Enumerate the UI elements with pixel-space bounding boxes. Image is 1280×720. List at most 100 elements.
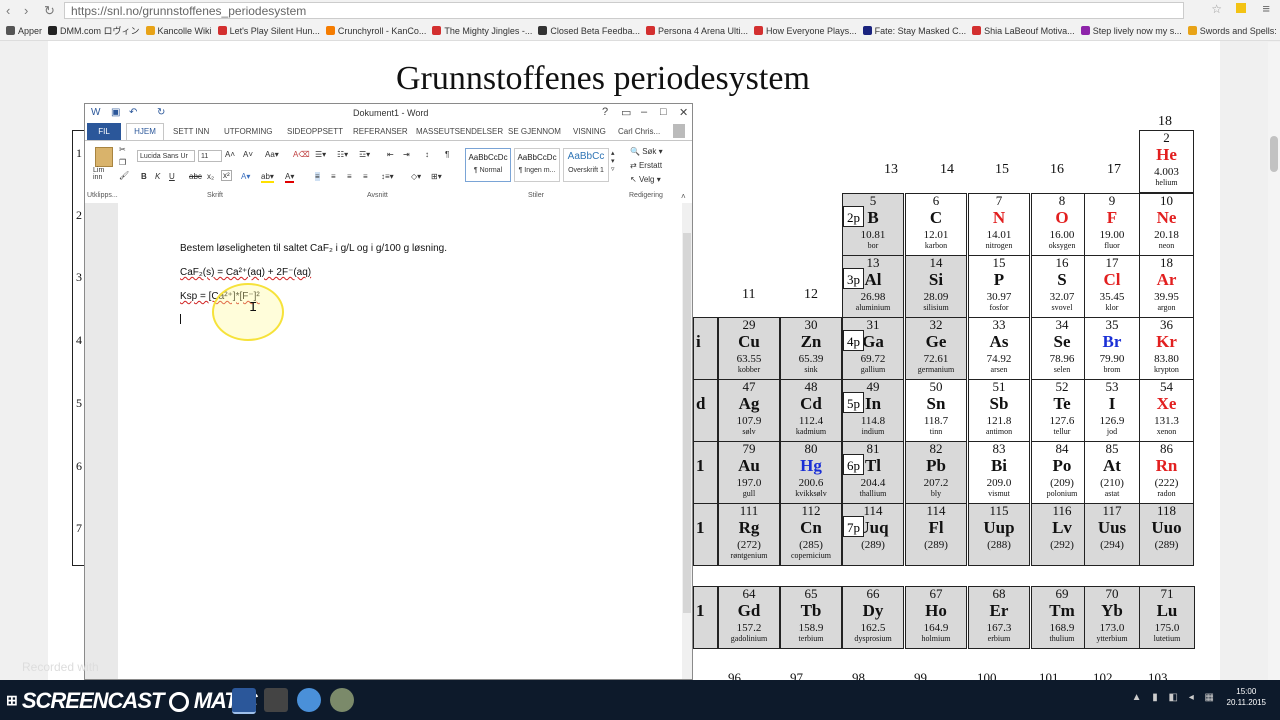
tab-view[interactable]: VISNING xyxy=(573,127,606,136)
bookmark-item[interactable]: Persona 4 Arena Ulti... xyxy=(645,22,748,40)
browser-nav-buttons[interactable]: ‹ › ↻ xyxy=(6,3,55,19)
replace-button[interactable]: ⇄ Erstatt xyxy=(630,161,662,170)
cut-icon[interactable]: ✂ xyxy=(119,145,126,154)
bookmark-item[interactable]: Shia LaBeouf Motiva... xyxy=(972,22,1075,40)
justify-icon[interactable]: ≡ xyxy=(363,172,368,181)
font-size-select[interactable]: 11 xyxy=(198,150,222,162)
document-scroll-thumb[interactable] xyxy=(683,233,691,613)
paste-icon[interactable] xyxy=(95,147,113,167)
page-scroll-thumb[interactable] xyxy=(1270,136,1278,172)
underline-button[interactable]: U xyxy=(169,172,175,181)
font-name-select[interactable]: Lucida Sans Ur xyxy=(137,150,195,162)
bookmark-item[interactable]: Crunchyroll - KanCo... xyxy=(325,22,426,40)
chrome-taskbar-icon[interactable] xyxy=(297,688,321,712)
maximize-button[interactable]: □ xyxy=(660,106,667,118)
doc-line-1[interactable]: Bestem løseligheten til saltet CaF₂ i g/… xyxy=(180,243,447,254)
bold-button[interactable]: B xyxy=(141,172,147,181)
collapse-ribbon-icon[interactable]: ˄ xyxy=(681,192,686,201)
address-bar[interactable]: https://snl.no/grunnstoffenes_periodesys… xyxy=(64,2,1184,19)
star-icon[interactable]: ☆ xyxy=(1211,2,1222,16)
tab-layout[interactable]: SIDEOPPSETT xyxy=(287,127,343,136)
app-taskbar-icon[interactable] xyxy=(330,688,354,712)
align-center-icon[interactable]: ≡ xyxy=(331,172,336,181)
bookmark-item[interactable]: Apper xyxy=(6,22,42,40)
bookmark-item[interactable]: The Mighty Jingles -... xyxy=(432,22,532,40)
bookmark-item[interactable]: Closed Beta Feedba... xyxy=(538,22,640,40)
shading-icon[interactable]: ◇▾ xyxy=(411,172,421,181)
clear-format-icon[interactable]: A⌫ xyxy=(293,150,310,159)
document-page[interactable]: Bestem løseligheten til saltet CaF₂ i g/… xyxy=(118,203,684,679)
subscript-button[interactable]: x₂ xyxy=(207,172,214,181)
tab-insert[interactable]: SETT INN xyxy=(173,127,209,136)
extension-icon[interactable] xyxy=(1236,3,1246,13)
italic-button[interactable]: K xyxy=(155,172,160,181)
superscript-button[interactable]: x² xyxy=(221,170,232,181)
text-effects-icon[interactable]: A▾ xyxy=(241,172,250,181)
align-right-icon[interactable]: ≡ xyxy=(347,172,352,181)
page-scrollbar[interactable] xyxy=(1268,42,1280,680)
tab-references[interactable]: REFERANSER xyxy=(353,127,408,136)
numbering-icon[interactable]: ☷▾ xyxy=(337,150,348,159)
select-button[interactable]: ↖ Velg ▾ xyxy=(630,175,661,184)
multilevel-icon[interactable]: ☲▾ xyxy=(359,150,370,159)
bookmark-item[interactable]: Let's Play Silent Hun... xyxy=(217,22,320,40)
bookmark-item[interactable]: DMM.com ロヴィン xyxy=(48,22,140,40)
bookmark-item[interactable]: Swords and Spells: ... xyxy=(1187,22,1280,40)
tab-home[interactable]: HJEM xyxy=(126,123,164,140)
line-spacing-icon[interactable]: ↕≡▾ xyxy=(381,172,394,181)
help-icon[interactable]: ? xyxy=(602,106,608,118)
menu-icon[interactable]: ≡ xyxy=(1262,1,1270,16)
windows-icon[interactable]: ⊞ xyxy=(6,692,18,708)
element-number: 83 xyxy=(992,441,1006,456)
bullets-icon[interactable]: ☰▾ xyxy=(315,150,326,159)
tab-file[interactable]: FIL xyxy=(87,123,121,140)
find-button[interactable]: 🔍 Søk ▾ xyxy=(630,147,663,156)
sort-icon[interactable]: ↕ xyxy=(425,150,429,159)
undo-icon[interactable]: ↶ xyxy=(129,107,137,118)
show-marks-icon[interactable]: ¶ xyxy=(445,150,449,159)
element-symbol: d xyxy=(696,394,706,413)
element-symbol: Dy xyxy=(862,601,884,620)
decrease-indent-icon[interactable]: ⇤ xyxy=(387,150,394,159)
style-normal[interactable]: AaBbCcDc ¶ Normal xyxy=(465,148,511,182)
word-taskbar-icon[interactable] xyxy=(232,688,256,714)
bookmark-item[interactable]: Fate: Stay Masked C... xyxy=(862,22,966,40)
save-icon[interactable]: ▣ xyxy=(111,107,120,118)
format-painter-icon[interactable]: 🖌 xyxy=(119,171,129,180)
close-button[interactable]: ✕ xyxy=(679,106,688,119)
tab-review[interactable]: SE GJENNOM xyxy=(508,127,561,136)
grow-font-icon[interactable]: A˄ xyxy=(225,150,235,159)
document-scrollbar[interactable] xyxy=(682,203,692,679)
doc-line-2[interactable]: CaF₂(s) = Ca²⁺(aq) + 2F⁻(aq) xyxy=(180,267,311,278)
ribbon-display-icon[interactable]: ▭ xyxy=(621,106,631,119)
element-symbol: Xe xyxy=(1156,394,1177,413)
bookmark-item[interactable]: Step lively now my s... xyxy=(1080,22,1182,40)
increase-indent-icon[interactable]: ⇥ xyxy=(403,150,410,159)
reload-icon[interactable]: ↻ xyxy=(44,3,55,18)
change-case-icon[interactable]: Aa▾ xyxy=(265,150,279,159)
avatar[interactable] xyxy=(673,124,685,138)
bookmark-item[interactable]: How Everyone Plays... xyxy=(754,22,857,40)
align-left-icon[interactable]: ≡ xyxy=(315,172,320,181)
minimize-button[interactable]: – xyxy=(641,106,647,118)
shrink-font-icon[interactable]: A˅ xyxy=(243,150,253,159)
highlight-icon[interactable]: ab▾ xyxy=(261,172,274,183)
user-name[interactable]: Carl Chris... xyxy=(618,127,660,136)
style-no-spacing[interactable]: AaBbCcDc ¶ Ingen m... xyxy=(514,148,560,182)
style-heading1[interactable]: AaBbCc Overskrift 1 xyxy=(563,148,609,182)
calculator-taskbar-icon[interactable] xyxy=(264,688,288,712)
borders-icon[interactable]: ⊞▾ xyxy=(431,172,442,181)
system-tray[interactable]: ▲ ▮ ◧ ◂ ▦ xyxy=(1132,692,1218,703)
paste-button[interactable]: Lim inn xyxy=(93,167,115,181)
tab-mailings[interactable]: MASSEUTSENDELSER xyxy=(416,127,503,136)
strikethrough-button[interactable]: abc xyxy=(189,172,202,181)
bookmark-item[interactable]: Kancolle Wiki xyxy=(145,22,212,40)
back-icon[interactable]: ‹ xyxy=(6,3,10,18)
font-color-icon[interactable]: A▾ xyxy=(285,172,295,183)
clock[interactable]: 15:00 20.11.2015 xyxy=(1227,686,1266,708)
redo-icon[interactable]: ↻ xyxy=(157,107,165,118)
copy-icon[interactable]: ❐ xyxy=(119,158,126,167)
tab-design[interactable]: UTFORMING xyxy=(224,127,272,136)
styles-more-icon[interactable]: ▴ ▾ ▿ xyxy=(611,149,615,173)
forward-icon[interactable]: › xyxy=(24,3,28,18)
